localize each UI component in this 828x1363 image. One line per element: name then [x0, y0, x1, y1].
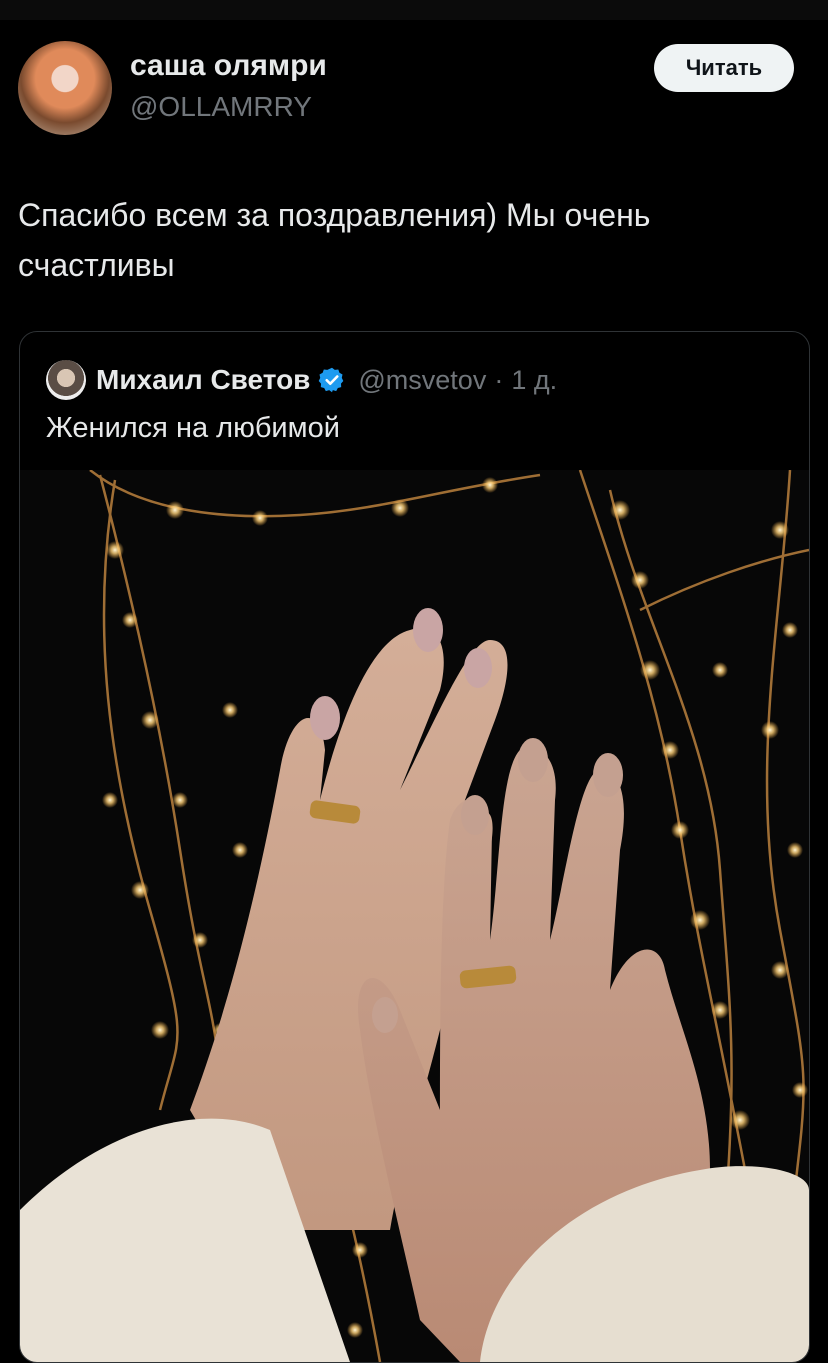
quoted-post-image[interactable] [20, 470, 809, 1362]
author-avatar[interactable] [18, 41, 112, 135]
quoted-author-name[interactable]: Михаил Светов [96, 364, 310, 396]
author-name[interactable]: саша олямри [130, 49, 327, 83]
quoted-post-time[interactable]: 1 д. [511, 365, 557, 396]
quoted-post-text: Женился на любимой [46, 412, 340, 444]
post-author: саша олямри @OLLAMRRY Читать [18, 41, 810, 137]
quoted-post-header: Михаил Светов @msvetov · 1 д. [46, 358, 786, 402]
quoted-author-avatar[interactable] [46, 360, 86, 400]
hands-with-rings-photo [20, 470, 809, 1362]
quoted-post[interactable]: Михаил Светов @msvetov · 1 д. Женился на… [19, 331, 810, 1363]
post-text: Спасибо всем за поздравления) Мы очень с… [18, 197, 651, 283]
author-handle[interactable]: @OLLAMRRY [130, 91, 312, 123]
quoted-author-handle[interactable]: @msvetov [358, 365, 486, 396]
verified-badge-icon [319, 367, 344, 393]
status-bar [0, 0, 828, 20]
separator-dot: · [494, 364, 504, 395]
follow-button[interactable]: Читать [654, 44, 794, 92]
